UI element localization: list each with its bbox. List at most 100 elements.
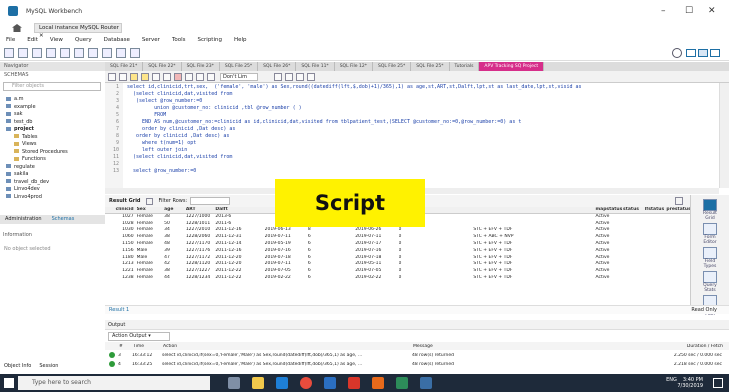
table-cell[interactable]: 1227/1172 [186, 255, 216, 262]
table-cell[interactable]: Active [595, 248, 623, 255]
table-cell[interactable]: Active [595, 234, 623, 241]
code-line[interactable]: select @row_number:=0 [127, 168, 196, 175]
code-line[interactable]: order by clinicid ,Dat desc) as [127, 126, 235, 133]
home-icon[interactable] [12, 24, 22, 32]
table-cell[interactable]: 2019-05-11 [355, 261, 398, 268]
table-cell[interactable]: 0 [399, 268, 474, 275]
sql-tab-9[interactable]: Tutorials [450, 62, 480, 71]
menu-edit[interactable]: Edit [27, 37, 38, 43]
table-cell[interactable]: 0 [399, 234, 474, 241]
table-cell[interactable]: 1227/1000 [186, 214, 216, 221]
table-cell[interactable]: 1028 [113, 221, 137, 228]
table-cell[interactable]: 6 [308, 275, 355, 282]
column-header[interactable]: Dalft [215, 207, 264, 213]
code-line[interactable]: FROM [127, 112, 166, 119]
table-cell[interactable]: Male [137, 255, 165, 262]
table-cell[interactable]: 2011-12-22 [215, 275, 264, 282]
table-cell[interactable]: Female [137, 261, 165, 268]
table-cell[interactable]: 1221 [113, 268, 137, 275]
table-cell[interactable]: 6 [308, 261, 355, 268]
beautify-icon[interactable] [274, 72, 283, 81]
table-cell[interactable]: 0 [399, 227, 474, 234]
table-cell[interactable] [645, 221, 667, 228]
table-cell[interactable] [473, 214, 595, 221]
tree-item-10[interactable]: sakila [0, 171, 105, 179]
connection-tab[interactable]: Local instance MySQL Router ✕ [34, 23, 122, 39]
filter-rows-input[interactable] [190, 197, 231, 205]
create-function-icon[interactable] [102, 47, 112, 58]
tree-item-3[interactable]: test_db [0, 119, 105, 127]
output-row[interactable]: 3 16:33:12 select id,clinicid,if(sex=0,'Fe… [105, 351, 729, 359]
settings-gear-icon[interactable] [672, 48, 682, 58]
sql-tab-8[interactable]: SQL File 25* [411, 62, 450, 71]
table-cell[interactable]: 1227/1227 [186, 268, 216, 275]
column-header[interactable]: lfstatus [645, 207, 667, 213]
table-cell[interactable]: 1156 [113, 248, 137, 255]
system-tray[interactable]: ENG 3:40 PM 7/30/2019 [666, 377, 703, 389]
wrap-cell-icon[interactable] [675, 197, 683, 205]
open-file-icon[interactable] [108, 72, 116, 81]
table-cell[interactable]: 0 [399, 275, 474, 282]
table-cell[interactable]: 2011-6 [215, 221, 264, 228]
table-row[interactable]: 1060 Female 38 1228/2060 2011-12-31 2019-07-1… [105, 234, 690, 241]
tree-item-13[interactable]: Linvo4prod [0, 194, 105, 202]
table-cell[interactable] [623, 241, 645, 248]
sql-tab-1[interactable]: SQL File 22* [143, 62, 182, 71]
table-cell[interactable]: 2019-05-19 [265, 241, 308, 248]
tree-item-6[interactable]: Views [0, 141, 105, 149]
task-view-icon[interactable] [228, 377, 240, 389]
table-cell[interactable] [645, 275, 667, 282]
table-cell[interactable]: 2019-07-11 [265, 261, 308, 268]
column-header[interactable] [473, 207, 595, 213]
table-cell[interactable] [666, 261, 690, 268]
table-cell[interactable]: Female [137, 241, 165, 248]
sql-tab-2[interactable]: SQL File 23* [182, 62, 220, 71]
sql-tab-5[interactable]: SQL File 11* [296, 62, 335, 71]
table-cell[interactable]: STC + EFV + TDF [473, 261, 595, 268]
create-view-icon[interactable] [74, 47, 84, 58]
execute-current-icon[interactable] [141, 72, 149, 81]
table-cell[interactable] [666, 268, 690, 275]
table-cell[interactable]: 2019-07-16 [355, 248, 398, 255]
editor-vertical-scrollbar[interactable] [719, 83, 729, 188]
table-cell[interactable]: 2011-12-20 [215, 261, 264, 268]
administration-tab[interactable]: Administration [0, 215, 47, 224]
table-cell[interactable]: STC + EFV + TDF [473, 248, 595, 255]
edge-icon[interactable] [276, 377, 288, 389]
table-cell[interactable]: 2019-07-11 [355, 234, 398, 241]
table-cell[interactable]: 1228/2060 [186, 234, 216, 241]
layout-toggle-left-icon[interactable] [686, 49, 696, 57]
table-cell[interactable]: 2011-12-31 [215, 234, 264, 241]
workbench-taskbar-icon[interactable] [420, 377, 432, 389]
side-panel-3[interactable]: Query Stats [699, 271, 721, 293]
table-cell[interactable] [623, 214, 645, 221]
table-cell[interactable] [645, 241, 667, 248]
table-cell[interactable]: Active [595, 275, 623, 282]
table-cell[interactable]: Female [137, 234, 165, 241]
new-sql-tab-icon[interactable] [4, 47, 14, 58]
menu-view[interactable]: View [50, 37, 63, 43]
column-header[interactable]: mapstatus [595, 207, 623, 213]
table-cell[interactable] [666, 234, 690, 241]
table-cell[interactable]: 6 [308, 241, 355, 248]
opera-icon[interactable] [348, 377, 360, 389]
table-cell[interactable]: 2019-02-22 [265, 275, 308, 282]
chrome-icon[interactable] [300, 377, 312, 389]
tree-item-5[interactable]: Tables [0, 134, 105, 142]
side-panel-0[interactable]: Result Grid [699, 199, 721, 221]
result-grid-tab[interactable]: Result Grid [105, 198, 144, 204]
wrap-lines-icon[interactable] [307, 72, 316, 81]
table-cell[interactable]: Female [137, 214, 165, 221]
column-header[interactable]: age [164, 207, 186, 213]
table-cell[interactable]: 39 [164, 248, 186, 255]
sql-tab-3[interactable]: SQL File 25* [220, 62, 259, 71]
table-row[interactable]: 1180 Male 47 1227/1172 2011-12-20 2019-07-18 6… [105, 255, 690, 262]
table-cell[interactable]: Active [595, 241, 623, 248]
table-cell[interactable]: 2011-12-16 [215, 227, 264, 234]
code-line[interactable]: order by clinicid ,Dat desc) as [127, 133, 229, 140]
table-cell[interactable] [666, 241, 690, 248]
explain-icon[interactable] [152, 72, 160, 81]
code-line[interactable]: union @customer_no: clinicid ,tbl @row_n… [127, 105, 302, 112]
find-icon[interactable] [285, 72, 294, 81]
table-cell[interactable]: Active [595, 255, 623, 262]
